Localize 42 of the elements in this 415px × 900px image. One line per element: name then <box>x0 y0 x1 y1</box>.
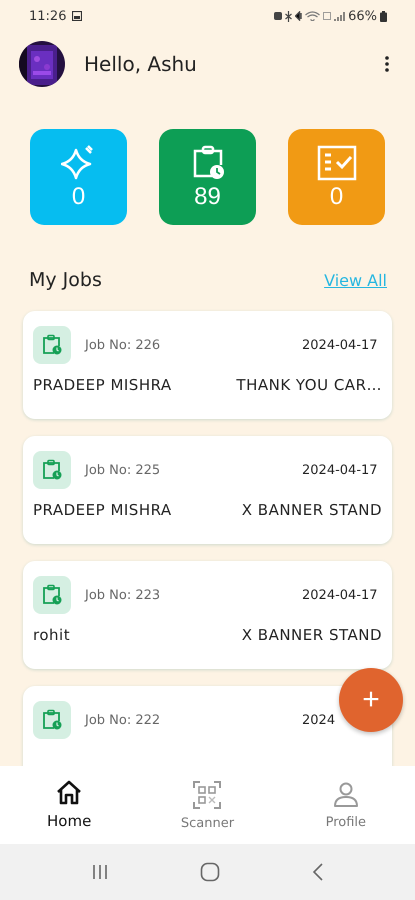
nav-tab[interactable]: Scanner <box>157 778 258 832</box>
add-button[interactable]: + <box>339 668 403 732</box>
battery-percentage: 66% <box>348 8 377 24</box>
clipboard-clock-icon <box>33 701 71 739</box>
stat-tile[interactable]: 89 <box>159 129 256 225</box>
customer-name: PRADEEP MISHRA <box>33 501 172 519</box>
customer-name: rohit <box>33 626 70 644</box>
job-card[interactable]: Job No: 225 2024-04-17 PRADEEP MISHRA X BANNER STAND <box>23 436 392 544</box>
recent-apps-icon[interactable] <box>90 864 109 880</box>
back-icon[interactable] <box>312 863 324 881</box>
job-card[interactable]: Job No: 223 2024-04-17 rohit X BANNER STAND <box>23 561 392 669</box>
clipboard-clock-icon <box>33 326 71 364</box>
job-item: THANK YOU CAR… <box>236 376 382 394</box>
status-time: 11:26 <box>29 8 66 24</box>
battery-icon <box>380 10 387 22</box>
image-icon <box>72 11 82 21</box>
section-title: My Jobs <box>29 269 102 291</box>
nav-tab[interactable]: Home <box>19 779 120 831</box>
home-icon <box>55 780 84 806</box>
clipboard-clock-icon <box>33 576 71 614</box>
job-number: Job No: 225 <box>85 462 162 478</box>
qr-scanner-icon <box>192 780 222 810</box>
job-card[interactable]: Job No: 226 2024-04-17 PRADEEP MISHRA THANK YOU CAR… <box>23 311 392 419</box>
job-date: 2024 <box>302 712 336 728</box>
bluetooth-icon <box>285 10 292 22</box>
job-date: 2024-04-17 <box>302 588 379 602</box>
job-item: X BANNER STAND <box>242 501 382 519</box>
job-number: Job No: 222 <box>85 712 162 728</box>
mute-icon <box>295 11 302 21</box>
job-date: 2024-04-17 <box>302 338 379 352</box>
greeting: Hello, Ashu <box>84 52 198 76</box>
signal-icon <box>334 11 346 21</box>
checklist-icon <box>316 145 356 181</box>
clipboard-clock-icon <box>33 451 71 489</box>
nav-tab[interactable]: Profile <box>296 780 396 830</box>
job-item: X BANNER STAND <box>242 626 382 644</box>
job-date: 2024-04-17 <box>302 462 379 478</box>
job-number: Job No: 223 <box>85 588 162 602</box>
wifi-icon <box>305 11 320 21</box>
job-number: Job No: 226 <box>85 338 162 352</box>
profile-icon <box>332 780 360 808</box>
customer-name: PRADEEP MISHRA <box>33 376 172 394</box>
